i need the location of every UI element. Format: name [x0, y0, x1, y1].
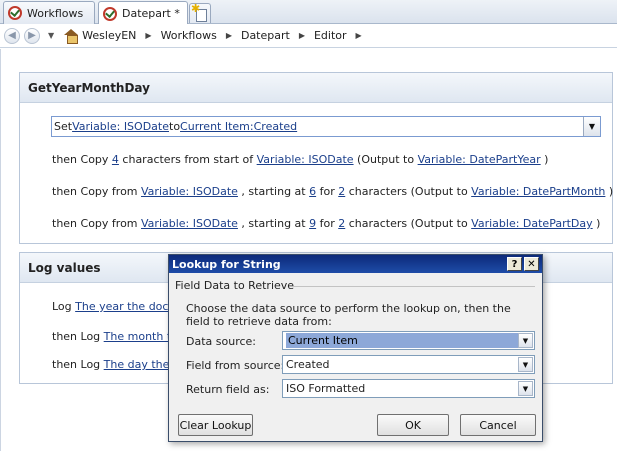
return-field-select[interactable]: ISO Formatted ▼ [282, 379, 535, 398]
step-title[interactable]: GetYearMonthDay [20, 73, 612, 103]
chevron-down-icon[interactable]: ▼ [583, 117, 600, 136]
back-arrow-icon[interactable]: ◀ [4, 27, 20, 44]
home-icon [64, 29, 79, 44]
workflow-icon [103, 6, 117, 21]
link-output-variable[interactable]: Variable: DatePartMonth [471, 185, 605, 198]
ok-button[interactable]: OK [377, 414, 449, 436]
link-variable[interactable]: Variable: ISODate [141, 185, 238, 198]
tab-bar: Workflows Datepart * [0, 0, 617, 25]
data-source-label: Data source: [186, 335, 256, 348]
close-icon[interactable]: ✕ [524, 257, 539, 271]
breadcrumb: WesleyEN ▶ Workflows ▶ Datepart ▶ Editor… [82, 29, 371, 42]
chevron-down-icon[interactable]: ▼ [518, 381, 533, 396]
tab-label: Datepart * [122, 7, 180, 20]
tab-label: Workflows [27, 6, 84, 20]
action-set-variable[interactable]: Set Variable: ISODate to Current Item:Cr… [51, 116, 601, 137]
field-from-source-select[interactable]: Created ▼ [282, 355, 535, 374]
chevron-down-icon[interactable]: ▼ [518, 357, 533, 372]
breadcrumb-item-workflows[interactable]: Workflows [161, 29, 217, 42]
action-copy-year[interactable]: then Copy 4 characters from start of Var… [52, 153, 548, 166]
link-count[interactable]: 4 [112, 153, 119, 166]
group-label: Field Data to Retrieve [175, 279, 295, 292]
link-variable[interactable]: Variable: ISODate [141, 217, 238, 230]
chevron-down-icon[interactable]: ▼ [48, 31, 54, 40]
breadcrumb-item-editor[interactable]: Editor [314, 29, 347, 42]
dialog-title: Lookup for String [172, 257, 281, 271]
help-icon[interactable]: ? [507, 257, 522, 271]
action-copy-month[interactable]: then Copy from Variable: ISODate , start… [52, 185, 613, 198]
chevron-right-icon[interactable]: ▶ [226, 31, 232, 40]
navigation-bar: ◀ ▶ ▼ WesleyEN ▶ Workflows ▶ Datepart ▶ … [0, 24, 617, 48]
tab-datepart[interactable]: Datepart * [98, 1, 188, 25]
clear-lookup-button[interactable]: Clear Lookup [178, 414, 253, 436]
link-output-variable[interactable]: Variable: DatePartDay [471, 217, 592, 230]
breadcrumb-item-site[interactable]: WesleyEN [82, 29, 136, 42]
group-divider [293, 286, 535, 287]
return-field-label: Return field as: [186, 383, 270, 396]
link-variable[interactable]: Variable: ISODate [257, 153, 354, 166]
link-variable[interactable]: Variable: ISODate [72, 120, 169, 133]
workflow-icon [8, 6, 22, 20]
action-log-month[interactable]: then Log The month t [52, 330, 171, 343]
chevron-right-icon[interactable]: ▶ [299, 31, 305, 40]
step-getyearmonthday: GetYearMonthDay Set Variable: ISODate to… [19, 72, 613, 244]
link-log-message[interactable]: The month t [104, 330, 171, 343]
dialog-description: Choose the data source to perform the lo… [186, 302, 511, 328]
link-current-item[interactable]: Current Item:Created [180, 120, 297, 133]
cancel-button[interactable]: Cancel [460, 414, 536, 436]
dialog-title-bar[interactable]: Lookup for String ? ✕ [169, 255, 542, 273]
field-from-source-label: Field from source: [186, 359, 285, 372]
chevron-right-icon[interactable]: ▶ [145, 31, 151, 40]
link-log-message[interactable]: The year the docu [75, 300, 175, 313]
lookup-dialog: Lookup for String ? ✕ Field Data to Retr… [168, 254, 543, 442]
new-tab-icon[interactable] [189, 2, 211, 23]
action-log-year[interactable]: Log The year the docu [52, 300, 175, 313]
data-source-select[interactable]: Current Item ▼ [282, 331, 535, 350]
action-copy-day[interactable]: then Copy from Variable: ISODate , start… [52, 217, 600, 230]
action-log-day[interactable]: then Log The day the [52, 358, 169, 371]
forward-arrow-icon[interactable]: ▶ [24, 27, 40, 44]
breadcrumb-item-datepart[interactable]: Datepart [241, 29, 290, 42]
chevron-down-icon[interactable]: ▼ [518, 333, 533, 348]
tab-workflows[interactable]: Workflows [3, 1, 95, 24]
link-output-variable[interactable]: Variable: DatePartYear [418, 153, 541, 166]
link-log-message[interactable]: The day the [104, 358, 170, 371]
chevron-right-icon[interactable]: ▶ [356, 31, 362, 40]
